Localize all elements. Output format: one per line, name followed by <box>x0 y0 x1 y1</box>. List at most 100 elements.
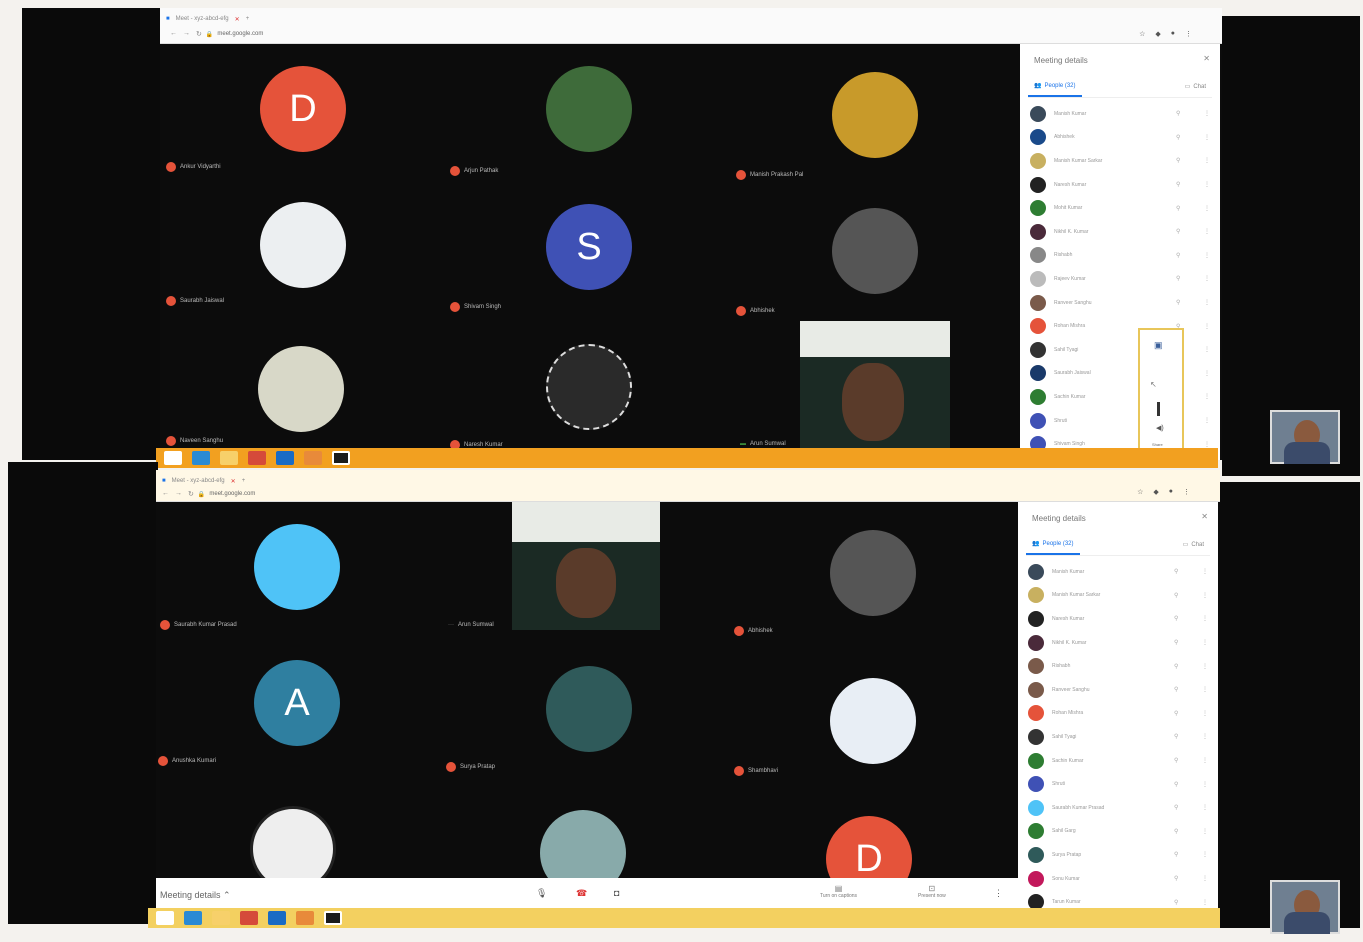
participant-tile[interactable]: Shambhavi <box>734 642 1014 777</box>
participant-tile[interactable]: S Shivam Singh <box>450 184 730 319</box>
pin-icon[interactable]: ⚲ <box>1176 228 1180 235</box>
app-icon[interactable] <box>304 451 322 465</box>
pin-icon[interactable]: ⚲ <box>1174 710 1178 717</box>
more-vert-icon[interactable]: ⋮ <box>1204 228 1210 235</box>
camera-app-icon[interactable] <box>332 451 350 465</box>
chrome-icon[interactable] <box>248 451 266 465</box>
reload-icon[interactable]: ↻ <box>188 490 194 498</box>
more-vert-icon[interactable]: ⋮ <box>1202 781 1208 788</box>
pin-icon[interactable]: ⚲ <box>1176 252 1180 259</box>
participant-row[interactable]: Naresh Kumar ⚲ ⋮ <box>1030 173 1210 197</box>
participant-row[interactable]: Mohit Kumar ⚲ ⋮ <box>1030 196 1210 220</box>
more-vert-icon[interactable]: ⋮ <box>1204 134 1210 141</box>
pin-icon[interactable]: ⚲ <box>1174 851 1178 858</box>
more-vert-icon[interactable]: ⋮ <box>1204 323 1210 330</box>
profile-icon[interactable]: ● <box>1171 30 1175 38</box>
more-vert-icon[interactable]: ⋮ <box>1202 615 1208 622</box>
extension-icon[interactable]: ◆ <box>1153 488 1158 496</box>
more-vert-icon[interactable]: ⋮ <box>1202 875 1208 882</box>
pin-icon[interactable]: ⚲ <box>1176 110 1180 117</box>
participant-row[interactable]: Nikhil K. Kumar ⚲ ⋮ <box>1028 631 1208 655</box>
more-vert-icon[interactable]: ⋮ <box>1204 110 1210 117</box>
participant-tile[interactable]: Arjun Pathak <box>450 44 730 179</box>
more-vert-icon[interactable]: ⋮ <box>1204 299 1210 306</box>
participant-row[interactable]: Naresh Kumar ⚲ ⋮ <box>1028 607 1208 631</box>
participant-row[interactable]: Surya Pratap ⚲ ⋮ <box>1028 843 1208 867</box>
participant-row[interactable]: Nikhil K. Kumar ⚲ ⋮ <box>1030 220 1210 244</box>
pin-icon[interactable]: ⚲ <box>1174 686 1178 693</box>
more-vert-icon[interactable]: ⋮ <box>1202 899 1208 906</box>
participant-row[interactable]: Rohan Mishra ⚲ ⋮ <box>1028 702 1208 726</box>
start-icon[interactable] <box>156 911 174 925</box>
star-icon[interactable]: ☆ <box>1137 488 1143 496</box>
participant-row[interactable]: Manish Kumar ⚲ ⋮ <box>1030 102 1210 126</box>
pin-icon[interactable]: ⚲ <box>1176 181 1180 188</box>
more-vert-icon[interactable]: ⋮ <box>1204 275 1210 282</box>
participant-row[interactable]: Rishabh ⚲ ⋮ <box>1028 654 1208 678</box>
close-icon[interactable]: ✕ <box>1201 512 1208 521</box>
participant-row[interactable]: Manish Kumar Sarkar ⚲ ⋮ <box>1030 149 1210 173</box>
more-vert-icon[interactable]: ⋮ <box>1202 592 1208 599</box>
more-vert-icon[interactable]: ⋮ <box>1204 370 1210 377</box>
more-vert-icon[interactable]: ⋮ <box>1202 733 1208 740</box>
participant-row[interactable]: Sachin Kumar ⚲ ⋮ <box>1028 749 1208 773</box>
tab-chat[interactable]: ▭ Chat <box>1179 76 1212 97</box>
more-vert-icon[interactable]: ⋮ <box>1202 686 1208 693</box>
participant-row[interactable]: Manish Kumar ⚲ ⋮ <box>1028 560 1208 584</box>
participant-tile[interactable]: Saurabh Kumar Prasad <box>156 502 436 637</box>
folder-icon[interactable] <box>220 451 238 465</box>
pin-icon[interactable]: ⚲ <box>1174 592 1178 599</box>
meeting-details-button[interactable]: Meeting details ⌃ <box>160 890 231 901</box>
participant-row[interactable]: Ranveer Sanghu ⚲ ⋮ <box>1028 678 1208 702</box>
more-vert-icon[interactable]: ⋮ <box>1202 757 1208 764</box>
participant-tile[interactable]: Naveen Sanghu <box>160 320 440 455</box>
pin-icon[interactable]: ⚲ <box>1174 828 1178 835</box>
captions-button[interactable]: ▤ Turn on captions <box>820 884 857 899</box>
pin-icon[interactable]: ⚲ <box>1174 568 1178 575</box>
camera-app-icon[interactable] <box>324 911 342 925</box>
star-icon[interactable]: ☆ <box>1139 30 1145 38</box>
more-options-icon[interactable]: ⋮ <box>994 888 1003 899</box>
more-vert-icon[interactable]: ⋮ <box>1204 393 1210 400</box>
camera-button[interactable]: ◘ <box>614 888 619 898</box>
reload-icon[interactable]: ↻ <box>196 30 202 38</box>
participant-row[interactable]: Sahil Tyagi ⚲ ⋮ <box>1028 725 1208 749</box>
tab-close-icon[interactable]: ✕ <box>235 16 240 23</box>
more-vert-icon[interactable]: ⋮ <box>1202 568 1208 575</box>
pin-icon[interactable]: ⚲ <box>1174 663 1178 670</box>
present-now-button[interactable]: ⊡ Present now <box>918 884 946 899</box>
more-vert-icon[interactable]: ⋮ <box>1202 828 1208 835</box>
pin-icon[interactable]: ⚲ <box>1176 134 1180 141</box>
more-vert-icon[interactable]: ⋮ <box>1204 157 1210 164</box>
participant-row[interactable]: Sahil Garg ⚲ ⋮ <box>1028 820 1208 844</box>
pin-icon[interactable]: ⚲ <box>1174 899 1178 906</box>
participant-video-tile[interactable]: ··· Arun Sumwal <box>448 502 660 630</box>
pin-icon[interactable]: ⚲ <box>1174 733 1178 740</box>
participant-row[interactable]: Sonu Kumar ⚲ ⋮ <box>1028 867 1208 891</box>
participant-tile[interactable]: Surya Pratap <box>446 642 726 777</box>
chrome-icon[interactable] <box>240 911 258 925</box>
participant-tile[interactable]: Manish Prakash Pal <box>736 44 1016 180</box>
folder-icon[interactable] <box>212 911 230 925</box>
pin-icon[interactable]: ⚲ <box>1176 157 1180 164</box>
participant-tile[interactable]: A Anushka Kumari <box>156 642 436 777</box>
participant-row[interactable]: Manish Kumar Sarkar ⚲ ⋮ <box>1028 584 1208 608</box>
mic-button[interactable]: 🎙 <box>536 888 547 899</box>
back-icon[interactable]: ← <box>170 30 177 38</box>
more-vert-icon[interactable]: ⋮ <box>1204 346 1210 353</box>
mute-icon[interactable]: ◀) <box>1156 424 1164 432</box>
pin-icon[interactable]: ⚲ <box>1176 205 1180 212</box>
app-icon[interactable] <box>296 911 314 925</box>
more-vert-icon[interactable]: ⋮ <box>1204 205 1210 212</box>
menu-icon[interactable]: ⋮ <box>1183 488 1190 496</box>
participant-tile[interactable]: Abhishek <box>736 184 1016 319</box>
more-vert-icon[interactable]: ⋮ <box>1202 710 1208 717</box>
participant-row[interactable]: Shruti ⚲ ⋮ <box>1028 772 1208 796</box>
edge-icon[interactable] <box>268 911 286 925</box>
pin-icon[interactable]: ▣ <box>1154 340 1163 351</box>
ie-icon[interactable] <box>192 451 210 465</box>
start-icon[interactable] <box>164 451 182 465</box>
pin-icon[interactable]: ⚲ <box>1176 299 1180 306</box>
participant-row[interactable]: Saurabh Kumar Prasad ⚲ ⋮ <box>1028 796 1208 820</box>
more-vert-icon[interactable]: ⋮ <box>1202 663 1208 670</box>
